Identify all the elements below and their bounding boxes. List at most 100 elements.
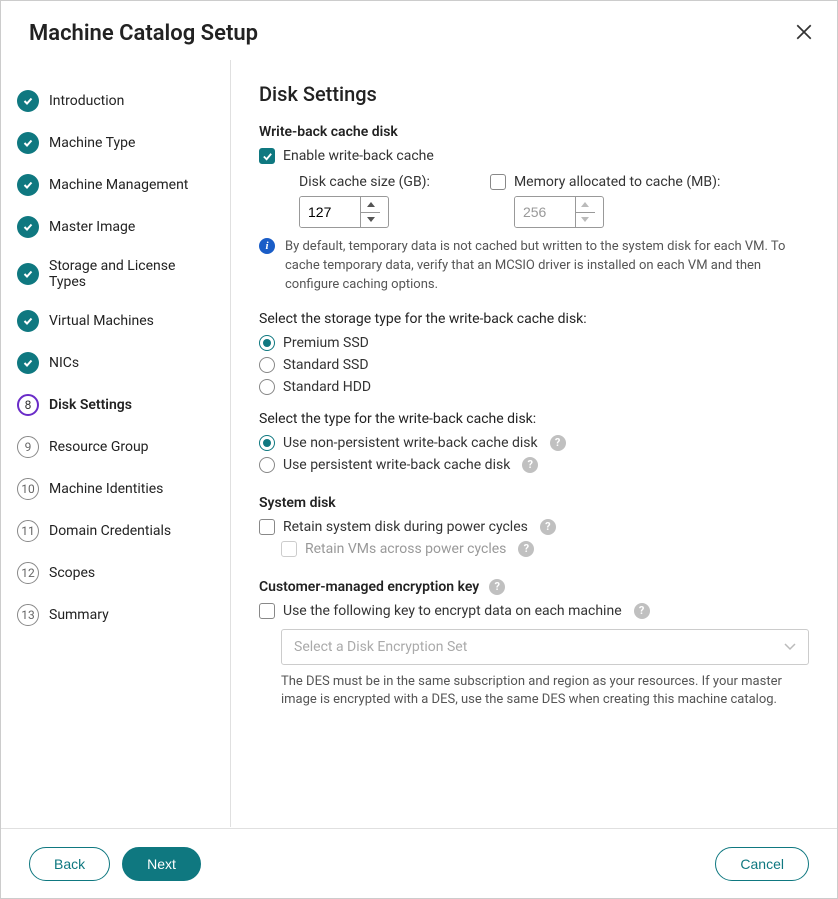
wizard-step-label: Summary (49, 607, 109, 623)
step-number-indicator: 8 (17, 394, 39, 416)
storage-type-option-1[interactable]: Standard SSD (259, 357, 809, 373)
retain-vms-checkbox (281, 541, 297, 557)
step-number-indicator: 12 (17, 562, 39, 584)
des-placeholder: Select a Disk Encryption Set (294, 639, 467, 655)
wizard-step-label: Machine Type (49, 135, 135, 151)
wizard-step-6[interactable]: Virtual Machines (17, 300, 214, 342)
use-cmek-checkbox[interactable] (259, 603, 275, 619)
disk-cache-increment[interactable] (361, 197, 380, 213)
step-completed-icon (17, 90, 39, 112)
radio-button[interactable] (259, 335, 275, 351)
step-completed-icon (17, 216, 39, 238)
help-icon[interactable]: ? (518, 541, 534, 557)
wizard-step-12[interactable]: 12 Scopes (17, 552, 214, 594)
chevron-down-icon (367, 217, 375, 222)
help-icon[interactable]: ? (634, 603, 650, 619)
help-icon[interactable]: ? (522, 457, 538, 473)
radio-label: Standard SSD (283, 357, 369, 373)
wizard-step-2[interactable]: Machine Type (17, 122, 214, 164)
help-icon[interactable]: ? (540, 519, 556, 535)
radio-button[interactable] (259, 457, 275, 473)
wizard-step-5[interactable]: Storage and License Types (17, 248, 214, 300)
wizard-step-label: Virtual Machines (49, 313, 154, 329)
disk-encryption-set-select: Select a Disk Encryption Set (281, 629, 809, 665)
dialog-title: Machine Catalog Setup (29, 21, 258, 46)
step-completed-icon (17, 132, 39, 154)
mem-cache-label: Memory allocated to cache (MB): (514, 174, 720, 190)
step-completed-icon (17, 263, 39, 285)
radio-label: Premium SSD (283, 335, 369, 351)
main-panel: Disk Settings Write-back cache disk Enab… (231, 60, 837, 827)
close-icon (795, 23, 813, 41)
chevron-down-icon (581, 217, 589, 222)
retain-vms-label: Retain VMs across power cycles (305, 541, 506, 557)
use-cmek-label: Use the following key to encrypt data on… (283, 603, 622, 619)
storage-type-prompt: Select the storage type for the write-ba… (259, 311, 809, 327)
wizard-step-label: Domain Credentials (49, 523, 171, 539)
step-completed-icon (17, 352, 39, 374)
step-number-indicator: 13 (17, 604, 39, 626)
help-icon[interactable]: ? (550, 435, 566, 451)
storage-type-option-2[interactable]: Standard HDD (259, 379, 809, 395)
mem-cache-checkbox[interactable] (490, 174, 506, 190)
wizard-step-label: Storage and License Types (49, 258, 214, 290)
disk-type-option-1[interactable]: Use persistent write-back cache disk? (259, 457, 809, 473)
wizard-step-label: Machine Management (49, 177, 188, 193)
radio-button[interactable] (259, 379, 275, 395)
radio-button[interactable] (259, 435, 275, 451)
disk-cache-size-stepper[interactable] (299, 196, 389, 228)
storage-type-option-0[interactable]: Premium SSD (259, 335, 809, 351)
radio-label: Use non-persistent write-back cache disk (283, 435, 538, 451)
page-title: Disk Settings (259, 82, 809, 106)
chevron-down-icon (784, 643, 796, 651)
wizard-step-label: Resource Group (49, 439, 149, 455)
check-icon (262, 151, 273, 162)
mem-cache-increment (576, 197, 595, 213)
wizard-step-label: Scopes (49, 565, 95, 581)
cmek-hint: The DES must be in the same subscription… (281, 673, 809, 711)
info-icon: i (259, 238, 275, 254)
help-icon[interactable]: ? (489, 579, 505, 595)
radio-label: Use persistent write-back cache disk (283, 457, 510, 473)
wizard-step-9[interactable]: 9 Resource Group (17, 426, 214, 468)
wizard-step-8[interactable]: 8 Disk Settings (17, 384, 214, 426)
step-number-indicator: 11 (17, 520, 39, 542)
enable-wbc-checkbox[interactable] (259, 148, 275, 164)
wbc-section-title: Write-back cache disk (259, 124, 809, 140)
disk-cache-size-input[interactable] (300, 197, 360, 227)
disk-type-option-0[interactable]: Use non-persistent write-back cache disk… (259, 435, 809, 451)
mem-cache-input (515, 197, 575, 227)
disk-type-prompt: Select the type for the write-back cache… (259, 411, 809, 427)
step-completed-icon (17, 174, 39, 196)
mem-cache-decrement (576, 213, 595, 228)
close-button[interactable] (791, 19, 817, 48)
wizard-step-label: Master Image (49, 219, 135, 235)
wbc-info-text: By default, temporary data is not cached… (285, 238, 809, 295)
chevron-up-icon (581, 202, 589, 207)
disk-cache-decrement[interactable] (361, 213, 380, 228)
wizard-step-7[interactable]: NICs (17, 342, 214, 384)
retain-system-disk-checkbox[interactable] (259, 519, 275, 535)
back-button[interactable]: Back (29, 847, 110, 881)
step-number-indicator: 9 (17, 436, 39, 458)
wizard-step-label: NICs (49, 355, 79, 371)
wizard-step-13[interactable]: 13 Summary (17, 594, 214, 636)
cancel-button[interactable]: Cancel (715, 847, 809, 881)
wizard-step-label: Machine Identities (49, 481, 163, 497)
next-button[interactable]: Next (122, 847, 201, 881)
wizard-step-4[interactable]: Master Image (17, 206, 214, 248)
wizard-steps-sidebar: Introduction Machine Type Machine Manageme… (1, 60, 231, 827)
wizard-step-label: Introduction (49, 93, 124, 109)
radio-button[interactable] (259, 357, 275, 373)
mem-cache-stepper (514, 196, 604, 228)
retain-system-disk-label: Retain system disk during power cycles (283, 519, 528, 535)
radio-label: Standard HDD (283, 379, 371, 395)
enable-wbc-label: Enable write-back cache (283, 148, 434, 164)
cmek-section-title: Customer-managed encryption key (259, 579, 479, 595)
wizard-step-3[interactable]: Machine Management (17, 164, 214, 206)
wizard-step-1[interactable]: Introduction (17, 80, 214, 122)
chevron-up-icon (367, 202, 375, 207)
wizard-step-label: Disk Settings (49, 397, 132, 413)
wizard-step-10[interactable]: 10Machine Identities (17, 468, 214, 510)
wizard-step-11[interactable]: 11 Domain Credentials (17, 510, 214, 552)
